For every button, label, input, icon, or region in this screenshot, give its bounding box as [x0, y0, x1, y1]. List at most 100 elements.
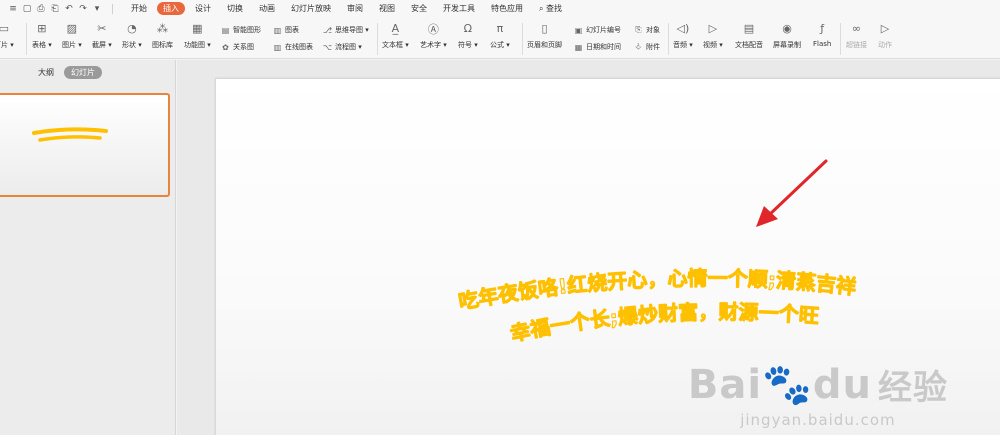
watermark-url: jingyan.baidu.com	[740, 411, 896, 429]
new-slide-button[interactable]: ▭ 灯片 ▾	[0, 21, 14, 50]
relation-chart-button[interactable]: ✿ 关系图	[220, 42, 254, 52]
screenshot-button[interactable]: ✂ 截屏 ▾	[92, 21, 112, 50]
watermark-brand: Bai	[687, 361, 763, 408]
tab-transition[interactable]: 切换	[221, 2, 249, 15]
calendar-icon: ▦	[574, 42, 583, 52]
audio-button[interactable]: ◁) 音频 ▾	[673, 21, 693, 50]
print-icon[interactable]: ⎙	[34, 4, 48, 14]
header-footer-button[interactable]: ▯ 页眉和页脚	[527, 21, 562, 50]
online-chart-icon: ▥	[273, 42, 282, 52]
search-icon: ⌕	[539, 4, 544, 13]
flow-chart-icon: ⌥	[322, 42, 333, 52]
tab-view[interactable]: 视图	[373, 2, 401, 15]
online-chart-button[interactable]: ▥ 在线图表	[272, 42, 313, 52]
undo-icon[interactable]: ↶	[62, 4, 76, 14]
mind-map-icon: ⎇	[322, 25, 333, 35]
print-preview-icon[interactable]: ⎗	[48, 4, 62, 14]
formula-button[interactable]: π 公式 ▾	[490, 21, 510, 50]
tab-animation[interactable]: 动画	[253, 2, 281, 15]
slides-panel: 大纲 幻灯片	[0, 60, 176, 435]
date-time-button[interactable]: ▦ 日期和时间	[573, 42, 621, 52]
function-chart-button[interactable]: ▦ 功能图 ▾	[184, 21, 211, 50]
picture-label: 图片	[62, 41, 76, 49]
tab-outline[interactable]: 大纲	[38, 67, 54, 78]
video-button[interactable]: ▷ 视频 ▾	[703, 21, 723, 50]
slide-number-label: 幻灯片编号	[586, 26, 621, 34]
quick-access-toolbar: ≡ ▢ ⎙ ⎗ ↶ ↷ ▾	[0, 4, 104, 14]
redo-icon[interactable]: ↷	[76, 4, 90, 14]
table-button[interactable]: ⊞ 表格 ▾	[32, 21, 52, 50]
tab-insert[interactable]: 插入	[157, 2, 185, 15]
shape-button[interactable]: ◔ 形状 ▾	[122, 21, 142, 50]
formula-label: 公式	[490, 41, 504, 49]
attachment-label: 附件	[646, 43, 660, 51]
flash-icon: ƒ	[820, 22, 825, 35]
presentation-app: ≡ ▢ ⎙ ⎗ ↶ ↷ ▾ 开始 插入 设计 切换 动画 幻灯片放映 审阅 视图…	[0, 0, 1000, 435]
link-icon: ∞	[851, 22, 862, 35]
smart-graphic-button[interactable]: ▤ 智能图形	[220, 25, 261, 35]
textbox-button[interactable]: A̲ 文本框 ▾	[382, 21, 409, 50]
smart-graphic-icon: ▤	[221, 25, 230, 35]
attachment-button[interactable]: ⎀ 附件	[633, 42, 660, 52]
new-slide-icon: ▭	[0, 22, 10, 35]
new-slide-label: 灯片	[0, 41, 8, 49]
search-button[interactable]: ⌕ 查找	[533, 2, 568, 15]
audio-label: 音频	[673, 41, 687, 49]
save-icon[interactable]: ▢	[20, 4, 34, 14]
tab-home[interactable]: 开始	[125, 2, 153, 15]
baidu-watermark: Bai 🐾 du 经验 jingyan.baidu.com	[687, 360, 948, 430]
slide-number-button[interactable]: ▣ 幻灯片编号	[573, 25, 621, 35]
icon-library-button[interactable]: ⁂ 图标库	[152, 21, 173, 50]
slide-thumbnail[interactable]	[0, 93, 170, 197]
divider	[668, 23, 669, 55]
object-button[interactable]: ⎘ 对象	[633, 25, 660, 35]
doc-dub-label: 文档配音	[735, 41, 763, 49]
object-label: 对象	[646, 26, 660, 34]
action-button[interactable]: ▷ 动作	[877, 21, 893, 50]
tab-slideshow[interactable]: 幻灯片放映	[285, 2, 337, 15]
doc-dub-icon: ▤	[743, 22, 755, 35]
tab-design[interactable]: 设计	[189, 2, 217, 15]
curved-text-line2[interactable]: 幸福一个长;爆炒财富，财源一个旺	[508, 299, 821, 346]
mind-map-label: 思维导图	[335, 26, 363, 34]
customize-chevron-icon[interactable]: ▾	[90, 4, 104, 14]
speaker-icon: ◁)	[676, 22, 690, 35]
screen-record-button[interactable]: ◉ 屏幕录制	[773, 21, 801, 50]
divider	[26, 23, 27, 55]
hyperlink-button[interactable]: ∞ 超链接	[846, 21, 867, 50]
chart-icon: ▥	[273, 25, 282, 35]
art-text-button[interactable]: Ⓐ 艺术字 ▾	[420, 21, 447, 50]
mind-map-button[interactable]: ⎇ 思维导图 ▾	[322, 25, 369, 35]
function-chart-label: 功能图	[184, 41, 205, 49]
video-label: 视频	[703, 41, 717, 49]
textbox-label: 文本框	[382, 41, 403, 49]
chart-button[interactable]: ▥ 图表	[272, 25, 299, 35]
tab-security[interactable]: 安全	[405, 2, 433, 15]
watermark-brand-2: du	[812, 361, 872, 408]
menu-icon[interactable]: ≡	[6, 4, 20, 14]
symbol-label: 符号	[458, 41, 472, 49]
art-text-icon: Ⓐ	[427, 22, 439, 36]
shape-icon: ◔	[127, 22, 137, 35]
picture-icon: ▨	[66, 22, 78, 35]
doc-dub-button[interactable]: ▤ 文档配音	[735, 21, 763, 50]
hyperlink-label: 超链接	[846, 41, 867, 49]
video-icon: ▷	[708, 22, 718, 35]
relation-chart-icon: ✿	[222, 42, 229, 52]
divider	[377, 23, 378, 55]
screen-record-icon: ◉	[782, 22, 792, 35]
flash-button[interactable]: ƒ Flash	[813, 21, 831, 48]
divider	[112, 3, 113, 14]
symbol-button[interactable]: Ω 符号 ▾	[458, 21, 478, 50]
tab-review[interactable]: 审阅	[341, 2, 369, 15]
flow-chart-label: 流程图	[335, 43, 356, 51]
watermark-brand-zh: 经验	[878, 368, 948, 408]
picture-button[interactable]: ▨ 图片 ▾	[62, 21, 82, 50]
tab-slides[interactable]: 幻灯片	[64, 65, 102, 79]
divider	[840, 23, 841, 55]
tab-developer[interactable]: 开发工具	[437, 2, 481, 15]
tab-features[interactable]: 特色应用	[485, 2, 529, 15]
screen-record-label: 屏幕录制	[773, 41, 801, 49]
flow-chart-button[interactable]: ⌥ 流程图 ▾	[322, 42, 362, 52]
omega-icon: Ω	[463, 22, 473, 35]
